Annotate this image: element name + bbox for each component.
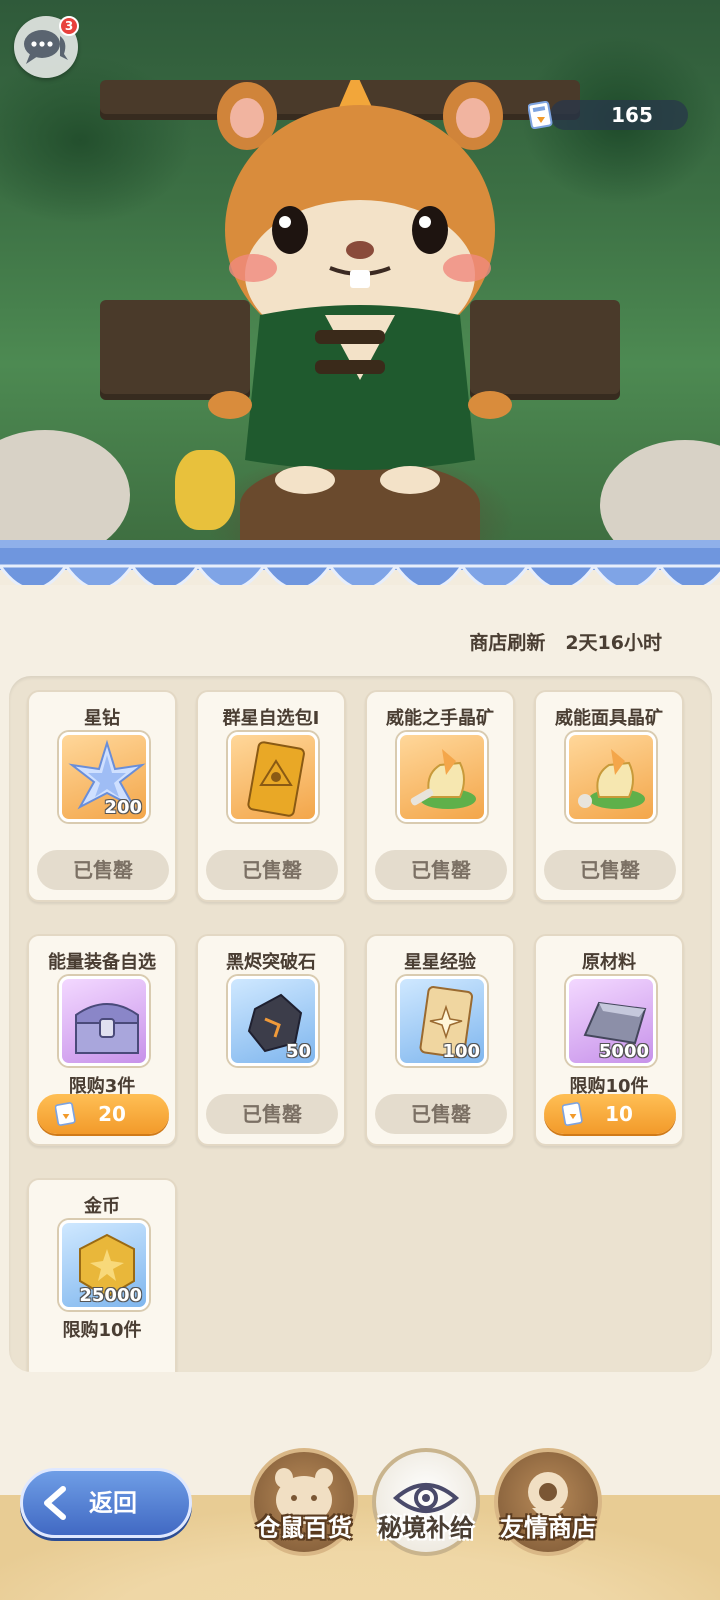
item-name: 黑烬突破石 — [226, 952, 316, 973]
sold-out-button: 已售罄 — [37, 850, 169, 890]
item-icon-frame — [566, 732, 656, 822]
shop-item-card[interactable]: 星钻 200 已售罄 — [27, 690, 177, 902]
item-quantity: 200 — [104, 797, 142, 818]
sold-out-button: 已售罄 — [375, 850, 507, 890]
ticket-icon — [562, 1102, 583, 1126]
tab-label-friendship-shop: 友情商店 — [500, 1514, 596, 1542]
item-name: 星星经验 — [404, 952, 476, 973]
crystal-ore-icon — [410, 749, 476, 809]
item-name: 星钻 — [84, 708, 120, 729]
item-quantity: 5000 — [598, 1041, 649, 1062]
buy-price: 20 — [98, 1102, 126, 1126]
item-icon-frame — [59, 976, 149, 1066]
refresh-time: 2天16小时 — [565, 632, 662, 654]
sold-out-button: 已售罄 — [206, 850, 338, 890]
item-grid[interactable]: 星钻 200 已售罄 群星自选包Ⅰ 已售罄 威能之手晶矿 已售罄 威能面具晶矿 … — [9, 676, 712, 1372]
hamster-shopkeeper — [208, 80, 512, 494]
shop-item-card[interactable]: 威能之手晶矿 已售罄 — [365, 690, 515, 902]
refresh-label: 商店刷新 — [469, 632, 546, 654]
item-icon-frame: 25000 — [59, 1220, 149, 1310]
sold-out-button: 已售罄 — [544, 850, 676, 890]
item-name: 威能之手晶矿 — [386, 708, 494, 729]
item-icon-frame: 50 — [228, 976, 318, 1066]
item-icon-frame — [397, 732, 487, 822]
treasure-chest-icon — [75, 1003, 139, 1054]
item-name: 原材料 — [582, 952, 636, 973]
crystal-ore-icon — [578, 749, 645, 809]
buy-price: 10 — [605, 1102, 633, 1126]
back-label: 返回 — [89, 1489, 137, 1517]
item-name: 威能面具晶矿 — [555, 708, 663, 729]
item-icon-frame: 5000 — [566, 976, 656, 1066]
item-icon-frame: 200 — [59, 732, 149, 822]
back-button[interactable]: 返回 — [20, 1468, 192, 1538]
card-pack-icon — [247, 741, 305, 817]
item-name: 能量装备自选 — [48, 952, 156, 973]
item-quantity: 100 — [442, 1041, 480, 1062]
buy-button[interactable]: 20 — [37, 1094, 169, 1134]
shop-refresh-timer: 商店刷新 2天16小时 — [0, 628, 662, 655]
shop-item-card[interactable]: 群星自选包Ⅰ 已售罄 — [196, 690, 346, 902]
item-icon-frame — [228, 732, 318, 822]
shop-item-card[interactable]: 星星经验 100 已售罄 — [365, 934, 515, 1146]
shop-item-card[interactable]: 威能面具晶矿 已售罄 — [534, 690, 684, 902]
item-name: 群星自选包Ⅰ — [222, 708, 320, 729]
shop-item-card[interactable]: 金币 25000 限购10件 — [27, 1178, 177, 1372]
sold-out-button: 已售罄 — [206, 1094, 338, 1134]
item-quantity: 50 — [285, 1041, 311, 1062]
item-icon-frame: 100 — [397, 976, 487, 1066]
buy-button[interactable]: 10 — [544, 1094, 676, 1134]
item-quantity: 25000 — [79, 1285, 142, 1306]
back-arrow-icon — [44, 1486, 66, 1520]
shop-item-card[interactable]: 黑烬突破石 50 已售罄 — [196, 934, 346, 1146]
shop-item-card[interactable]: 能量装备自选 限购3件 20 — [27, 934, 177, 1146]
tab-label-secret-supply: 秘境补给 — [378, 1514, 474, 1542]
sold-out-button: 已售罄 — [375, 1094, 507, 1134]
ticket-icon — [55, 1102, 76, 1126]
item-name: 金币 — [84, 1196, 120, 1217]
shop-item-card[interactable]: 原材料 5000 限购10件 10 — [534, 934, 684, 1146]
game-scene — [0, 0, 720, 560]
currency-amount: 165 — [611, 103, 653, 127]
tab-label-hamster-store: 仓鼠百货 — [256, 1514, 352, 1542]
purchase-limit: 限购10件 — [62, 1320, 142, 1341]
notification-badge: 3 — [59, 16, 79, 36]
